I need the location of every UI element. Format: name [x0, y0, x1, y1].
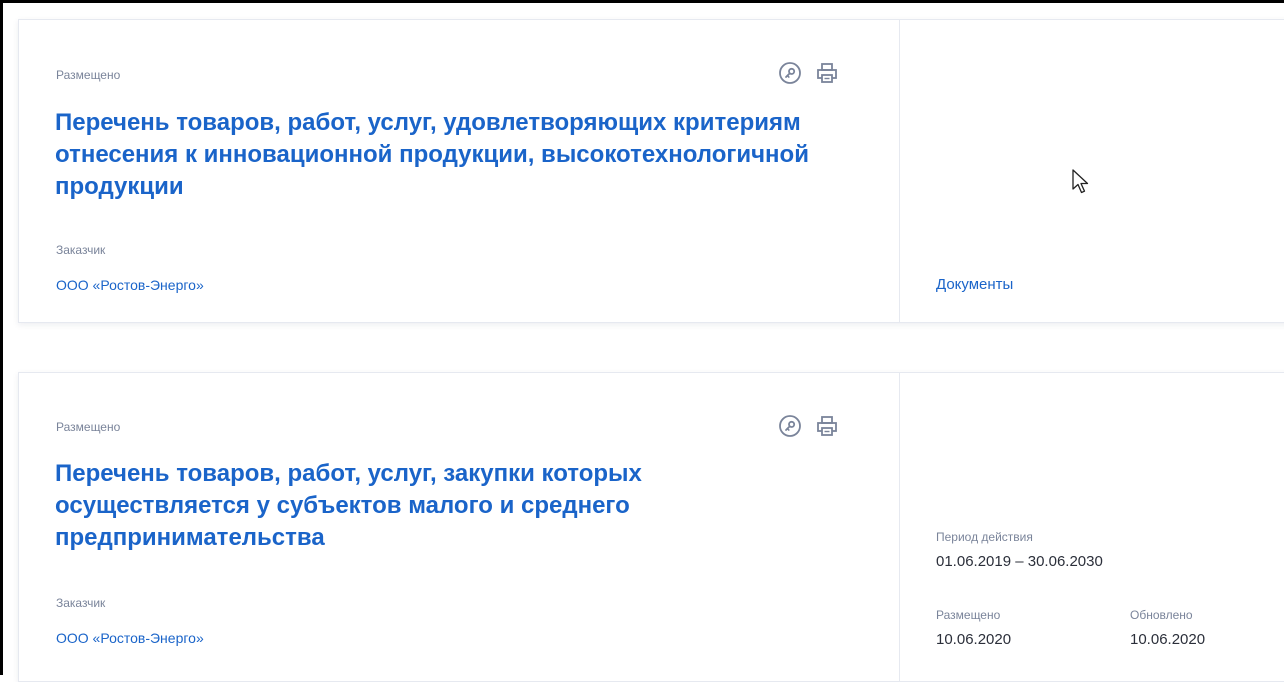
posted-date: 10.06.2020	[936, 631, 1012, 648]
posted-label: Размещено	[936, 608, 1001, 622]
status-label: Размещено	[56, 420, 121, 434]
card-actions	[776, 412, 841, 440]
key-icon[interactable]	[776, 59, 804, 87]
card-side: Период действия 01.06.2019 – 30.06.2030 …	[899, 373, 1284, 681]
customer-link[interactable]: ООО «Ростов-Энерго»	[56, 629, 204, 647]
customer-label: Заказчик	[56, 243, 106, 257]
status-label: Размещено	[56, 68, 121, 82]
period-value: 01.06.2019 – 30.06.2030	[936, 553, 1103, 570]
updated-date: 10.06.2020	[1130, 631, 1206, 648]
printer-icon[interactable]	[813, 59, 841, 87]
customer-label: Заказчик	[56, 596, 106, 610]
registry-card: Размещено Перечень товаров, работ, услуг…	[18, 19, 1284, 323]
period-label: Период действия	[936, 530, 1033, 544]
card-main: Размещено Перечень товаров, работ, услуг…	[19, 373, 899, 681]
page-frame: Размещено Перечень товаров, работ, услуг…	[0, 0, 1284, 682]
card-title-link[interactable]: Перечень товаров, работ, услуг, удовлетв…	[55, 107, 815, 203]
updated-label: Обновлено	[1130, 608, 1193, 622]
registry-card: Размещено Перечень товаров, работ, услуг…	[18, 372, 1284, 682]
card-title-link[interactable]: Перечень товаров, работ, услуг, закупки …	[55, 458, 815, 554]
card-actions	[776, 59, 841, 87]
customer-link[interactable]: ООО «Ростов-Энерго»	[56, 276, 204, 294]
mouse-cursor-icon	[1072, 169, 1089, 194]
key-icon[interactable]	[776, 412, 804, 440]
card-main: Размещено Перечень товаров, работ, услуг…	[19, 20, 899, 322]
card-side: Документы	[899, 20, 1284, 322]
printer-icon[interactable]	[813, 412, 841, 440]
documents-link[interactable]: Документы	[936, 275, 1013, 295]
